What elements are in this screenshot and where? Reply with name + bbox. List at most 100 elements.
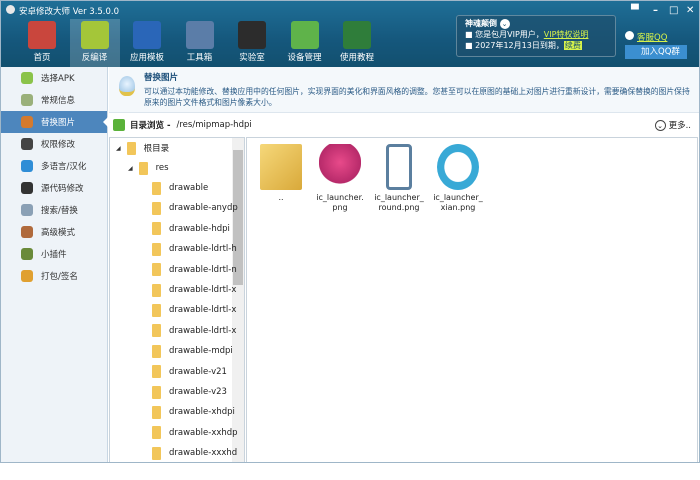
close-button[interactable]: ✕ — [686, 5, 694, 16]
vip-title: 神魂颠倒 — [465, 19, 497, 28]
sidebar-item-6[interactable]: 搜索/替换 — [1, 199, 107, 221]
folder-icon — [152, 405, 161, 419]
folder-icon — [152, 385, 161, 399]
tree-node[interactable]: drawable-ldrtl-x — [152, 300, 236, 320]
toolbar-button-4[interactable]: 实验室 — [227, 19, 277, 67]
vip-privilege-link[interactable]: VIP特权说明 — [544, 30, 589, 39]
tree-node[interactable]: drawable-v21 — [152, 362, 227, 382]
tree-node-label: drawable-v23 — [169, 387, 227, 397]
tree-node-label: drawable-v21 — [169, 366, 227, 377]
folder-icon — [152, 242, 161, 256]
tree-node[interactable]: drawable-ldrtl-n — [152, 260, 237, 280]
toolbar-button-6[interactable]: 使用教程 — [332, 19, 382, 67]
folder-icon — [152, 283, 161, 297]
folder-icon — [152, 201, 161, 215]
sidebar-item-label: 多语言/汉化 — [41, 162, 87, 172]
sidebar-item-8[interactable]: 小插件 — [1, 243, 107, 265]
tree-node[interactable]: ◢ res — [128, 158, 169, 178]
tree-node-label: drawable-xxxhd — [169, 448, 238, 459]
tree-node[interactable]: drawable-v23 — [152, 382, 227, 402]
tree-node[interactable]: drawable-ldrtl-x — [152, 280, 236, 300]
toolbar-icon — [28, 21, 56, 49]
toolbar-label: 使用教程 — [339, 53, 374, 63]
sidebar-item-label: 高级模式 — [41, 228, 76, 238]
directory-label: 目录浏览 - — [130, 121, 171, 131]
expand-arrow-icon[interactable]: ◢ — [128, 165, 133, 172]
tree-node[interactable]: drawable-anydp — [152, 198, 238, 218]
tree-node-label: drawable-ldrtl-x — [169, 305, 237, 316]
sidebar: 选择APK 常规信息替换图片权限修改多语言/汉化 源代码修改搜索/替换高级模式小插件… — [1, 67, 108, 462]
window-title: 安卓修改大师 Ver 3.5.0.0 — [19, 7, 120, 17]
more-button[interactable]: ⌄ 更多.. — [654, 119, 691, 131]
toolbar-button-0[interactable]: 首页 — [17, 19, 67, 67]
file-item[interactable]: ic_launcher. png — [310, 144, 370, 213]
sidebar-item-label: 权限修改 — [41, 140, 76, 150]
sidebar-item-2[interactable]: 替换图片 — [1, 111, 108, 133]
tree-node-label: drawable-ldrtl-n — [169, 264, 237, 275]
toolbar-icon — [185, 21, 214, 49]
folder-tree: ◢ 根目录 ◢ res drawable drawable-anydp drawable-h… — [109, 137, 245, 462]
file-item[interactable]: ic_launcher_ round.png — [369, 144, 429, 213]
tree-node[interactable]: drawable — [152, 178, 208, 198]
service-qq-link[interactable]: 客服QQ — [625, 31, 667, 43]
minimize-button[interactable]: – — [653, 5, 658, 16]
sidebar-icon — [21, 160, 33, 172]
more-label: 更多.. — [668, 121, 691, 131]
file-grid: .. ic_launcher. png ic_launcher_ round.png… — [246, 137, 698, 462]
folder-icon — [126, 141, 136, 155]
tree-node[interactable]: drawable-xxhdp — [152, 423, 238, 443]
tree-node[interactable]: drawable-ldrtl-h — [152, 239, 237, 259]
toolbar-label: 工具箱 — [186, 53, 213, 63]
folder-icon — [152, 426, 161, 440]
qq-icon — [625, 31, 634, 40]
chevron-down-icon: ⌄ — [654, 120, 666, 131]
sidebar-item-0[interactable]: 选择APK — [1, 67, 107, 89]
file-name: ic_launcher. png — [316, 193, 364, 212]
sidebar-icon — [21, 270, 33, 282]
toolbar-icon — [133, 21, 161, 49]
tree-node[interactable]: drawable-xhdpi — [152, 402, 235, 422]
sidebar-item-label: 搜索/替换 — [41, 206, 78, 216]
expand-arrow-icon[interactable]: ◢ — [116, 145, 121, 152]
sidebar-item-4[interactable]: 多语言/汉化 — [1, 155, 107, 177]
tree-node-label: drawable-hdpi — [169, 223, 230, 234]
toolbar-button-3[interactable]: 工具箱 — [175, 19, 225, 67]
vip-status: 您是包月VIP用户， — [475, 30, 544, 39]
folder-icon — [152, 181, 161, 195]
join-qq-group-button[interactable]: 加入QQ群 — [625, 45, 687, 59]
renew-link[interactable]: 续费 — [563, 41, 582, 50]
sidebar-item-label: 源代码修改 — [41, 184, 84, 194]
directory-bar: 目录浏览 - /res/mipmap-hdpi ⌄ 更多.. — [109, 114, 699, 136]
sidebar-item-5[interactable]: 源代码修改 — [1, 177, 107, 199]
vip-expiry: 2027年12月13日到期， — [475, 41, 564, 50]
tree-node[interactable]: drawable-xxxhd — [152, 443, 238, 462]
sidebar-item-3[interactable]: 权限修改 — [1, 133, 107, 155]
toolbar-button-5[interactable]: 设备管理 — [280, 19, 330, 67]
phone-icon — [386, 144, 412, 190]
file-item[interactable]: .. — [251, 144, 311, 203]
tree-node[interactable]: drawable-mdpi — [152, 341, 233, 361]
info-icon — [113, 119, 125, 131]
file-item[interactable]: ic_launcher_ xian.png — [428, 144, 488, 213]
folder-icon — [152, 222, 161, 236]
tree-node-label: 根目录 — [143, 144, 170, 154]
sidebar-item-9[interactable]: 打包/签名 — [1, 265, 107, 287]
tree-node-label: drawable-anydp — [169, 203, 238, 214]
maximize-button[interactable]: □ — [669, 5, 678, 16]
file-name: .. — [278, 193, 284, 202]
sidebar-item-label: 常规信息 — [41, 96, 76, 106]
sidebar-item-7[interactable]: 高级模式 — [1, 221, 107, 243]
toolbar-button-1[interactable]: 反编译 — [69, 19, 120, 67]
folder-icon — [152, 365, 161, 379]
imei-icon — [437, 144, 479, 190]
tree-node[interactable]: ◢ 根目录 — [116, 138, 169, 158]
tree-node[interactable]: drawable-hdpi — [152, 219, 230, 239]
toolbar-button-2[interactable]: 应用模板 — [122, 19, 172, 67]
sidebar-item-label: 打包/签名 — [41, 272, 78, 282]
tree-node[interactable]: drawable-ldrtl-x — [152, 321, 236, 341]
feedback-icon[interactable]: ▀ — [631, 5, 639, 16]
chevron-down-icon[interactable]: ⌄ — [499, 19, 510, 29]
sidebar-icon — [21, 182, 33, 194]
sidebar-item-1[interactable]: 常规信息 — [1, 89, 107, 111]
folder-icon — [152, 344, 161, 358]
